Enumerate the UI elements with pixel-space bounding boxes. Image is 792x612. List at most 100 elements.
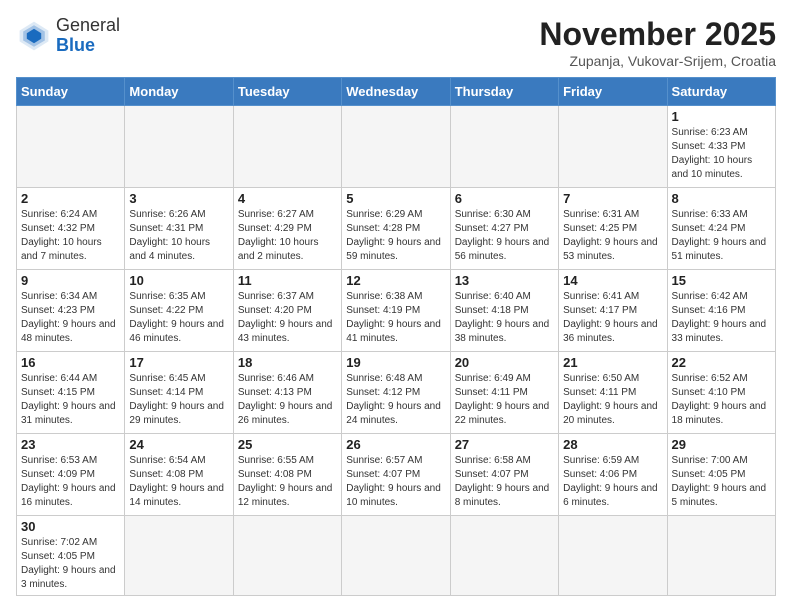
day-info: Sunrise: 6:33 AM Sunset: 4:24 PM Dayligh… [672, 208, 771, 264]
calendar-week-row: 30Sunrise: 7:02 AM Sunset: 4:05 PM Dayli… [17, 516, 776, 596]
calendar-header-row: SundayMondayTuesdayWednesdayThursdayFrid… [17, 78, 776, 106]
calendar-cell: 13Sunrise: 6:40 AM Sunset: 4:18 PM Dayli… [450, 270, 558, 352]
day-info: Sunrise: 6:55 AM Sunset: 4:08 PM Dayligh… [238, 454, 337, 510]
calendar-cell: 1 Sunrise: 6:23 AM Sunset: 4:33 PM Daylig… [667, 106, 775, 188]
calendar-cell: 26Sunrise: 6:57 AM Sunset: 4:07 PM Dayli… [342, 434, 450, 516]
day-number: 30 [21, 519, 120, 534]
calendar-cell: 7Sunrise: 6:31 AM Sunset: 4:25 PM Daylig… [559, 188, 667, 270]
calendar-cell: 23 Sunrise: 6:53 AM Sunset: 4:09 PM Dayli… [17, 434, 125, 516]
day-number: 16 [21, 355, 120, 370]
calendar-cell: 15 Sunrise: 6:42 AM Sunset: 4:16 PM Dayli… [667, 270, 775, 352]
weekday-header-saturday: Saturday [667, 78, 775, 106]
calendar-cell [450, 516, 558, 596]
calendar-cell: 2 Sunrise: 6:24 AM Sunset: 4:32 PM Daylig… [17, 188, 125, 270]
day-info: Sunrise: 6:37 AM Sunset: 4:20 PM Dayligh… [238, 290, 337, 346]
weekday-header-sunday: Sunday [17, 78, 125, 106]
calendar-week-row: 2 Sunrise: 6:24 AM Sunset: 4:32 PM Daylig… [17, 188, 776, 270]
calendar-cell: 14Sunrise: 6:41 AM Sunset: 4:17 PM Dayli… [559, 270, 667, 352]
calendar-cell [125, 106, 233, 188]
day-number: 8 [672, 191, 771, 206]
calendar-week-row: 1 Sunrise: 6:23 AM Sunset: 4:33 PM Daylig… [17, 106, 776, 188]
calendar-cell: 12 Sunrise: 6:38 AM Sunset: 4:19 PM Dayli… [342, 270, 450, 352]
calendar-cell [233, 106, 341, 188]
calendar-cell: 22Sunrise: 6:52 AM Sunset: 4:10 PM Dayli… [667, 352, 775, 434]
day-info: Sunrise: 6:49 AM Sunset: 4:11 PM Dayligh… [455, 372, 554, 428]
day-number: 10 [129, 273, 228, 288]
day-number: 15 [672, 273, 771, 288]
day-info: Sunrise: 6:34 AM Sunset: 4:23 PM Dayligh… [21, 290, 120, 346]
day-number: 24 [129, 437, 228, 452]
calendar-cell [559, 106, 667, 188]
calendar-cell: 27 Sunrise: 6:58 AM Sunset: 4:07 PM Dayli… [450, 434, 558, 516]
day-number: 27 [455, 437, 554, 452]
calendar-cell: 17Sunrise: 6:45 AM Sunset: 4:14 PM Dayli… [125, 352, 233, 434]
logo-blue: Blue [56, 36, 120, 56]
calendar-cell [667, 516, 775, 596]
day-info: Sunrise: 6:45 AM Sunset: 4:14 PM Dayligh… [129, 372, 228, 428]
page-header: General Blue November 2025 Zupanja, Vuko… [16, 16, 776, 69]
calendar-cell [559, 516, 667, 596]
day-info: Sunrise: 6:30 AM Sunset: 4:27 PM Dayligh… [455, 208, 554, 264]
day-number: 20 [455, 355, 554, 370]
day-info: Sunrise: 6:59 AM Sunset: 4:06 PM Dayligh… [563, 454, 662, 510]
title-block: November 2025 Zupanja, Vukovar-Srijem, C… [539, 16, 776, 69]
day-number: 1 [672, 109, 771, 124]
calendar-cell: 8 Sunrise: 6:33 AM Sunset: 4:24 PM Daylig… [667, 188, 775, 270]
calendar-cell: 16 Sunrise: 6:44 AM Sunset: 4:15 PM Dayli… [17, 352, 125, 434]
calendar-cell [125, 516, 233, 596]
day-info: Sunrise: 6:27 AM Sunset: 4:29 PM Dayligh… [238, 208, 337, 264]
day-number: 28 [563, 437, 662, 452]
calendar-cell: 9 Sunrise: 6:34 AM Sunset: 4:23 PM Daylig… [17, 270, 125, 352]
calendar-cell: 30Sunrise: 7:02 AM Sunset: 4:05 PM Dayli… [17, 516, 125, 596]
day-info: Sunrise: 6:48 AM Sunset: 4:12 PM Dayligh… [346, 372, 445, 428]
calendar-cell: 6 Sunrise: 6:30 AM Sunset: 4:27 PM Daylig… [450, 188, 558, 270]
day-info: Sunrise: 6:53 AM Sunset: 4:09 PM Dayligh… [21, 454, 120, 510]
day-info: Sunrise: 6:38 AM Sunset: 4:19 PM Dayligh… [346, 290, 445, 346]
logo: General Blue [16, 16, 120, 56]
calendar-cell [342, 106, 450, 188]
logo-text: General Blue [56, 16, 120, 56]
day-info: Sunrise: 6:31 AM Sunset: 4:25 PM Dayligh… [563, 208, 662, 264]
calendar-cell: 24 Sunrise: 6:54 AM Sunset: 4:08 PM Dayli… [125, 434, 233, 516]
calendar-week-row: 9 Sunrise: 6:34 AM Sunset: 4:23 PM Daylig… [17, 270, 776, 352]
logo-icon [16, 18, 52, 54]
day-number: 19 [346, 355, 445, 370]
day-info: Sunrise: 6:35 AM Sunset: 4:22 PM Dayligh… [129, 290, 228, 346]
day-info: Sunrise: 7:00 AM Sunset: 4:05 PM Dayligh… [672, 454, 771, 510]
weekday-header-wednesday: Wednesday [342, 78, 450, 106]
day-number: 18 [238, 355, 337, 370]
day-number: 6 [455, 191, 554, 206]
calendar-week-row: 23 Sunrise: 6:53 AM Sunset: 4:09 PM Dayli… [17, 434, 776, 516]
calendar-cell: 28 Sunrise: 6:59 AM Sunset: 4:06 PM Dayli… [559, 434, 667, 516]
day-number: 11 [238, 273, 337, 288]
calendar-cell: 29 Sunrise: 7:00 AM Sunset: 4:05 PM Dayli… [667, 434, 775, 516]
calendar-cell: 3 Sunrise: 6:26 AM Sunset: 4:31 PM Daylig… [125, 188, 233, 270]
calendar-cell [450, 106, 558, 188]
day-info: Sunrise: 6:58 AM Sunset: 4:07 PM Dayligh… [455, 454, 554, 510]
day-number: 9 [21, 273, 120, 288]
calendar-cell [342, 516, 450, 596]
day-number: 22 [672, 355, 771, 370]
day-number: 2 [21, 191, 120, 206]
day-info: Sunrise: 6:24 AM Sunset: 4:32 PM Dayligh… [21, 208, 120, 264]
day-info: Sunrise: 6:40 AM Sunset: 4:18 PM Dayligh… [455, 290, 554, 346]
calendar-cell: 10 Sunrise: 6:35 AM Sunset: 4:22 PM Dayli… [125, 270, 233, 352]
day-info: Sunrise: 6:42 AM Sunset: 4:16 PM Dayligh… [672, 290, 771, 346]
day-number: 14 [563, 273, 662, 288]
day-number: 23 [21, 437, 120, 452]
calendar-week-row: 16 Sunrise: 6:44 AM Sunset: 4:15 PM Dayli… [17, 352, 776, 434]
day-number: 12 [346, 273, 445, 288]
calendar-cell: 18Sunrise: 6:46 AM Sunset: 4:13 PM Dayli… [233, 352, 341, 434]
day-info: Sunrise: 6:26 AM Sunset: 4:31 PM Dayligh… [129, 208, 228, 264]
day-info: Sunrise: 6:23 AM Sunset: 4:33 PM Dayligh… [672, 126, 771, 182]
day-info: Sunrise: 6:44 AM Sunset: 4:15 PM Dayligh… [21, 372, 120, 428]
calendar-cell: 20 Sunrise: 6:49 AM Sunset: 4:11 PM Dayli… [450, 352, 558, 434]
day-number: 25 [238, 437, 337, 452]
calendar-cell [233, 516, 341, 596]
weekday-header-thursday: Thursday [450, 78, 558, 106]
calendar-cell: 5Sunrise: 6:29 AM Sunset: 4:28 PM Daylig… [342, 188, 450, 270]
day-info: Sunrise: 6:54 AM Sunset: 4:08 PM Dayligh… [129, 454, 228, 510]
location-subtitle: Zupanja, Vukovar-Srijem, Croatia [539, 53, 776, 69]
day-number: 29 [672, 437, 771, 452]
day-number: 3 [129, 191, 228, 206]
